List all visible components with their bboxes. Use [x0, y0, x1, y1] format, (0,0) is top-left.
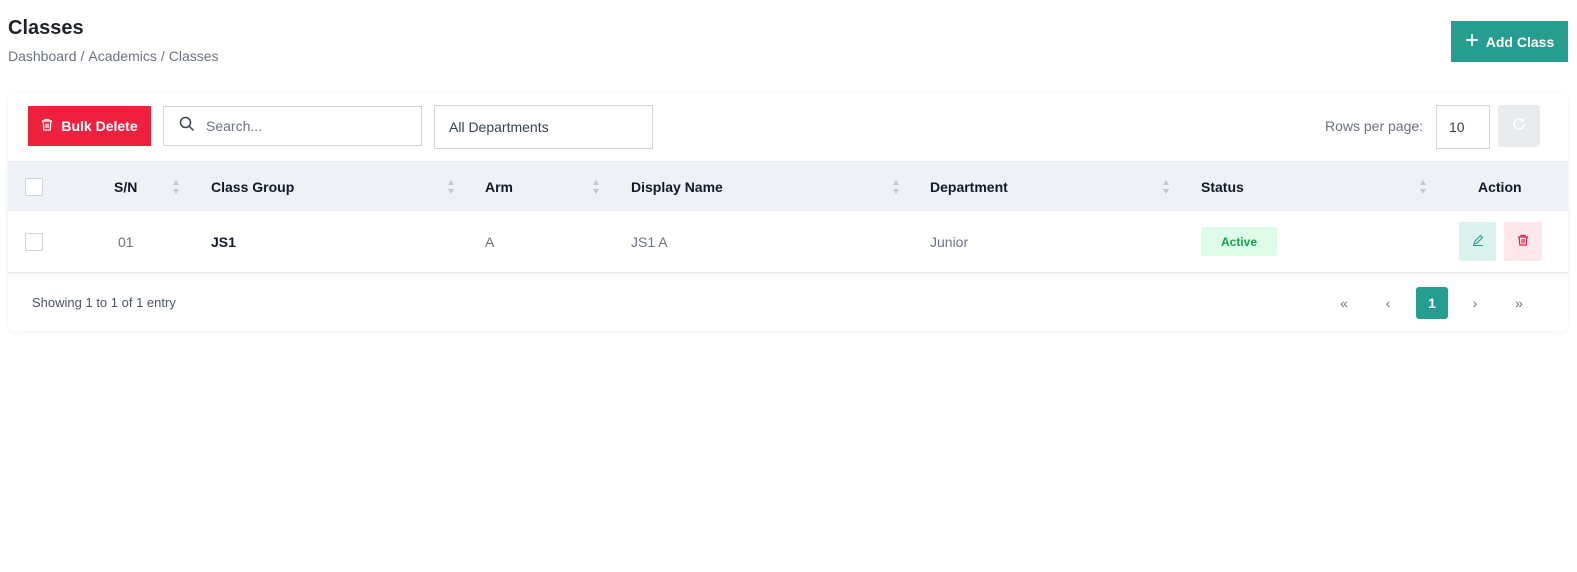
table-toolbar: Bulk Delete All Departments Rows per pag…	[8, 93, 1568, 161]
first-page-button[interactable]: «	[1332, 287, 1356, 319]
refresh-icon	[1512, 117, 1526, 136]
sort-icon[interactable]	[592, 179, 600, 195]
column-sn[interactable]: S/N	[114, 162, 137, 212]
select-all-checkbox[interactable]	[25, 178, 43, 196]
breadcrumb-dashboard[interactable]: Dashboard	[8, 48, 77, 64]
add-class-label: Add Class	[1485, 33, 1555, 50]
last-page-button[interactable]: »	[1507, 287, 1531, 319]
cell-class-group: JS1	[211, 234, 236, 250]
status-badge: Active	[1201, 227, 1277, 256]
search-box	[163, 106, 422, 146]
page-1-button[interactable]: 1	[1416, 287, 1448, 319]
pencil-icon	[1472, 233, 1484, 251]
refresh-button[interactable]	[1498, 105, 1540, 147]
page-header: Classes Dashboard / Academics / Classes	[8, 16, 219, 64]
next-page-button[interactable]: ›	[1463, 287, 1487, 319]
column-class-group[interactable]: Class Group	[211, 162, 294, 212]
classes-card: Bulk Delete All Departments Rows per pag…	[8, 93, 1568, 331]
edit-button[interactable]	[1459, 222, 1496, 261]
prev-page-button[interactable]: ‹	[1376, 287, 1400, 319]
plus-icon	[1465, 33, 1479, 50]
bulk-delete-label: Bulk Delete	[61, 118, 138, 134]
column-arm[interactable]: Arm	[485, 162, 513, 212]
sort-icon[interactable]	[172, 179, 180, 195]
breadcrumb-separator: /	[160, 48, 165, 64]
breadcrumb-classes: Classes	[168, 48, 219, 64]
column-display-name[interactable]: Display Name	[631, 162, 723, 212]
column-status[interactable]: Status	[1201, 162, 1244, 212]
column-department[interactable]: Department	[930, 162, 1008, 212]
sort-icon[interactable]	[1419, 179, 1427, 195]
trash-icon	[41, 118, 53, 134]
table-header: S/N Class Group Arm Display Name Departm…	[8, 161, 1568, 211]
row-checkbox[interactable]	[25, 233, 43, 251]
cell-department: Junior	[930, 234, 969, 250]
sort-icon[interactable]	[1162, 179, 1170, 195]
breadcrumb: Dashboard / Academics / Classes	[8, 48, 219, 64]
search-icon	[179, 116, 195, 137]
cell-arm: A	[485, 234, 495, 250]
page-title: Classes	[8, 17, 84, 39]
column-action: Action	[1478, 179, 1522, 195]
sort-icon[interactable]	[892, 179, 900, 195]
cell-sn: 01	[118, 234, 134, 250]
breadcrumb-separator: /	[80, 48, 85, 64]
trash-icon	[1517, 233, 1529, 251]
pagination-info: Showing 1 to 1 of 1 entry	[32, 295, 176, 310]
delete-button[interactable]	[1504, 222, 1542, 261]
add-class-button[interactable]: Add Class	[1451, 21, 1568, 62]
search-input[interactable]	[206, 118, 406, 134]
bulk-delete-button[interactable]: Bulk Delete	[28, 106, 151, 146]
sort-icon[interactable]	[447, 179, 455, 195]
department-select[interactable]: All Departments	[434, 105, 653, 149]
rows-per-page-label: Rows per page:	[1325, 118, 1424, 134]
cell-display-name: JS1 A	[631, 234, 668, 250]
table-row: 01 JS1 A JS1 A Junior Active	[8, 211, 1568, 273]
breadcrumb-academics[interactable]: Academics	[88, 48, 156, 64]
rows-per-page-input[interactable]: 10	[1436, 105, 1490, 149]
